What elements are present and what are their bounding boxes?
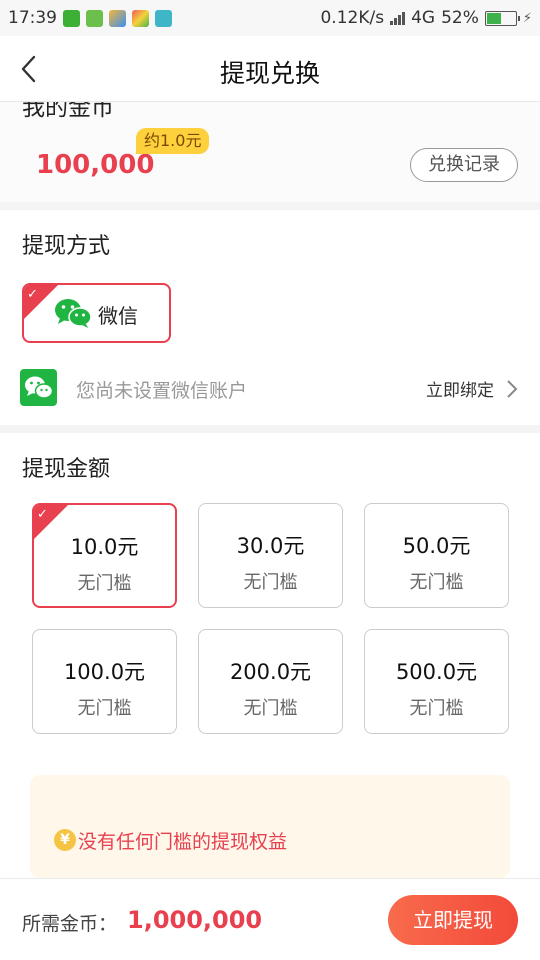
amount-option-note: 无门槛 (243, 572, 298, 593)
wechat-icon (55, 299, 92, 328)
signal-icon (390, 11, 406, 25)
amount-option-value: 200.0元 (229, 660, 312, 684)
amount-option-value: 50.0元 (402, 534, 471, 558)
bind-now-label: 立即绑定 (426, 381, 494, 401)
gallery-app-icon (109, 9, 126, 27)
tool-app-icon (132, 9, 149, 27)
amount-option-note: 无门槛 (243, 698, 298, 719)
amount-option-50[interactable]: 50.0元 无门槛 (364, 503, 509, 608)
amount-option-note: 无门槛 (77, 573, 132, 594)
network-speed: 0.12K/s (320, 8, 385, 28)
withdraw-amount-title: 提现金额 (22, 457, 111, 482)
amount-option-200[interactable]: 200.0元 无门槛 (198, 629, 343, 734)
amount-option-value: 100.0元 (63, 660, 146, 684)
required-coins-value: 1,000,000 (127, 906, 263, 934)
exchange-history-button[interactable]: 兑换记录 (410, 148, 518, 182)
scan-app-icon (155, 9, 172, 27)
amount-option-30[interactable]: 30.0元 无门槛 (198, 503, 343, 608)
wechat-account-row[interactable]: 您尚未设置微信账户 立即绑定 (0, 360, 540, 416)
required-coins-label: 所需金币： (22, 913, 118, 935)
amount-option-10[interactable]: ✓ 10.0元 无门槛 (32, 503, 177, 608)
amount-option-500[interactable]: 500.0元 无门槛 (364, 629, 509, 734)
amount-option-note: 无门槛 (409, 572, 464, 593)
wechat-method-option[interactable]: ✓ 微信 (22, 283, 171, 343)
battery-icon (484, 10, 520, 26)
check-icon: ✓ (37, 507, 48, 522)
benefit-tip-box: ¥ 没有任何门槛的提现权益 (30, 775, 510, 878)
page-title: 提现兑换 (219, 59, 320, 88)
wechat-square-icon (20, 369, 57, 406)
bottom-bar: 所需金币： 1,000,000 立即提现 (0, 878, 540, 960)
benefit-tip-text: 没有任何门槛的提现权益 (78, 831, 288, 853)
bind-now-link[interactable]: 立即绑定 (426, 376, 518, 401)
wechat-notification-icon (63, 9, 80, 27)
check-icon: ✓ (27, 287, 38, 302)
withdraw-now-button[interactable]: 立即提现 (388, 895, 518, 945)
coin-icon: ¥ (54, 829, 76, 851)
amount-option-value: 30.0元 (236, 534, 305, 558)
withdraw-method-section: 提现方式 ✓ 微信 您尚未设置微信账户 立即绑定 (0, 210, 540, 425)
amount-option-100[interactable]: 100.0元 无门槛 (32, 629, 177, 734)
amount-option-value: 500.0元 (395, 660, 478, 684)
withdraw-method-title: 提现方式 (22, 234, 111, 259)
status-bar: 17:39 0.12K/s 4G 52% ⚡ (0, 0, 540, 36)
chevron-right-icon (507, 379, 518, 398)
wechat-option-label: 微信 (98, 304, 138, 328)
coins-label: 我的金币 (22, 102, 114, 121)
amount-option-note: 无门槛 (409, 698, 464, 719)
refresh-app-icon (86, 9, 103, 27)
coins-value: 100,000 (36, 150, 155, 180)
status-time: 17:39 (8, 8, 57, 28)
battery-percent: 52% (441, 8, 479, 28)
wechat-account-hint: 您尚未设置微信账户 (76, 380, 248, 402)
withdraw-amount-section: 提现金额 ✓ 10.0元 无门槛 30.0元 无门槛 50.0元 无门槛 100… (0, 433, 540, 878)
network-type: 4G (411, 8, 436, 28)
amount-option-note: 无门槛 (77, 698, 132, 719)
nav-header: 提现兑换 (0, 36, 540, 102)
charging-icon: ⚡ (522, 10, 532, 26)
my-coins-card: 我的金币 100,000 约1.0元 兑换记录 (0, 102, 540, 202)
coins-approx-badge: 约1.0元 (136, 128, 210, 154)
amount-option-value: 10.0元 (70, 535, 139, 559)
